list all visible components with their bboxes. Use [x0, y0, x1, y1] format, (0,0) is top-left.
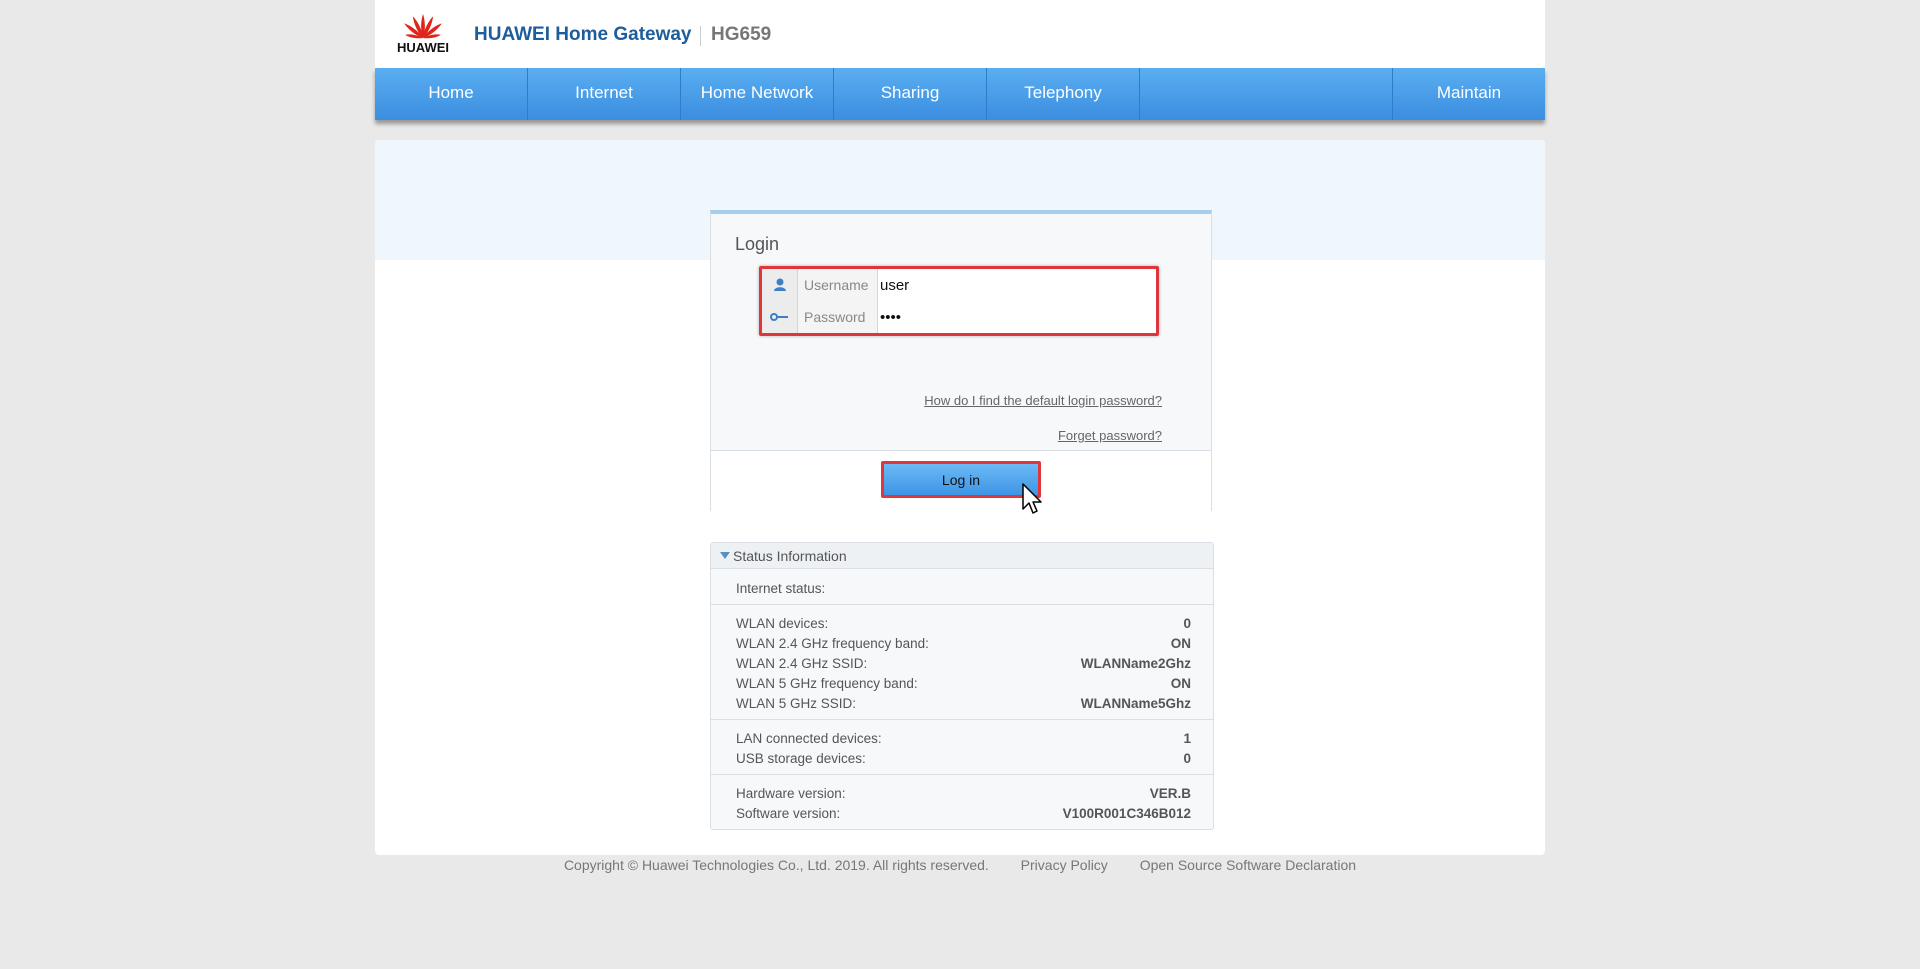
- nav-home[interactable]: Home: [375, 68, 528, 120]
- nav-telephony[interactable]: Telephony: [987, 68, 1140, 120]
- header: HUAWEI HUAWEI Home Gateway HG659: [375, 0, 1545, 68]
- status-key: WLAN 5 GHz SSID:: [736, 696, 857, 711]
- key-icon: [762, 301, 798, 333]
- status-value: 0: [1183, 751, 1191, 766]
- nav-maintain[interactable]: Maintain: [1392, 68, 1545, 120]
- status-key: WLAN 2.4 GHz SSID:: [736, 656, 868, 671]
- internet-status-row: Internet status:: [736, 581, 1191, 601]
- header-separator: [700, 26, 701, 46]
- status-value: 1: [1183, 731, 1191, 746]
- forget-password-link[interactable]: Forget password?: [1058, 428, 1162, 443]
- status-value: VER.B: [1149, 786, 1191, 801]
- huawei-logo[interactable]: HUAWEI: [395, 8, 451, 58]
- default-password-help-link[interactable]: How do I find the default login password…: [924, 393, 1162, 408]
- nav-internet[interactable]: Internet: [528, 68, 681, 120]
- mouse-pointer-icon: [1022, 483, 1046, 517]
- status-divider: [711, 774, 1213, 775]
- status-key: WLAN devices:: [736, 616, 829, 631]
- user-icon: [762, 269, 798, 301]
- status-information-panel: Status Information Internet status: WLAN…: [710, 542, 1214, 830]
- nav-home-network[interactable]: Home Network: [681, 68, 834, 120]
- status-value: V100R001C346B012: [1062, 806, 1191, 821]
- status-key: LAN connected devices:: [736, 731, 882, 746]
- username-label: Username: [798, 269, 878, 301]
- nav-sharing[interactable]: Sharing: [834, 68, 987, 120]
- password-label: Password: [798, 301, 878, 333]
- login-fields: Username Password: [759, 266, 1159, 336]
- page-footer: Copyright © Huawei Technologies Co., Ltd…: [0, 857, 1920, 873]
- login-box: Login Username P: [710, 210, 1212, 511]
- copyright-text: Copyright © Huawei Technologies Co., Ltd…: [563, 857, 989, 873]
- model-name: HG659: [711, 24, 772, 45]
- status-row: USB storage devices: 0: [736, 751, 1191, 771]
- username-row: Username: [762, 269, 1156, 301]
- status-row: WLAN 5 GHz SSID: WLANName5Ghz: [736, 696, 1191, 716]
- status-row: Software version: V100R001C346B012: [736, 806, 1191, 826]
- product-name: HUAWEI Home Gateway: [474, 24, 692, 45]
- status-divider: [711, 719, 1213, 720]
- status-row: WLAN 5 GHz frequency band: ON: [736, 676, 1191, 696]
- status-row: LAN connected devices: 1: [736, 731, 1191, 751]
- privacy-policy-link[interactable]: Privacy Policy: [1021, 857, 1108, 873]
- status-divider: [711, 604, 1213, 605]
- status-row: Hardware version: VER.B: [736, 786, 1191, 806]
- status-value: WLANName2Ghz: [1080, 656, 1191, 671]
- username-input[interactable]: [878, 269, 1156, 301]
- open-source-declaration-link[interactable]: Open Source Software Declaration: [1140, 857, 1356, 873]
- status-value: WLANName5Ghz: [1080, 696, 1191, 711]
- password-input[interactable]: [878, 301, 1156, 333]
- status-key: Software version:: [736, 806, 841, 821]
- content-panel: Login Username P: [375, 140, 1545, 855]
- status-value: ON: [1170, 636, 1191, 651]
- status-key: WLAN 5 GHz frequency band:: [736, 676, 918, 691]
- status-information-header[interactable]: Status Information: [711, 543, 1213, 569]
- login-title: Login: [735, 234, 780, 254]
- login-footer: Log in: [711, 450, 1211, 511]
- login-button[interactable]: Log in: [881, 461, 1041, 498]
- collapse-triangle-icon: [720, 552, 730, 559]
- status-key: Hardware version:: [736, 786, 846, 801]
- status-key: WLAN 2.4 GHz frequency band:: [736, 636, 929, 651]
- internet-status-label: Internet status:: [736, 581, 826, 596]
- huawei-flower-icon: [404, 14, 442, 39]
- password-row: Password: [762, 301, 1156, 333]
- status-value: ON: [1170, 676, 1191, 691]
- logo-text: HUAWEI: [397, 40, 449, 55]
- status-key: USB storage devices:: [736, 751, 866, 766]
- status-row: WLAN 2.4 GHz SSID: WLANName2Ghz: [736, 656, 1191, 676]
- status-value: 0: [1183, 616, 1191, 631]
- status-title: Status Information: [733, 548, 847, 564]
- status-row: WLAN devices: 0: [736, 616, 1191, 636]
- main-nav: Home Internet Home Network Sharing Telep…: [375, 68, 1545, 120]
- status-row: WLAN 2.4 GHz frequency band: ON: [736, 636, 1191, 656]
